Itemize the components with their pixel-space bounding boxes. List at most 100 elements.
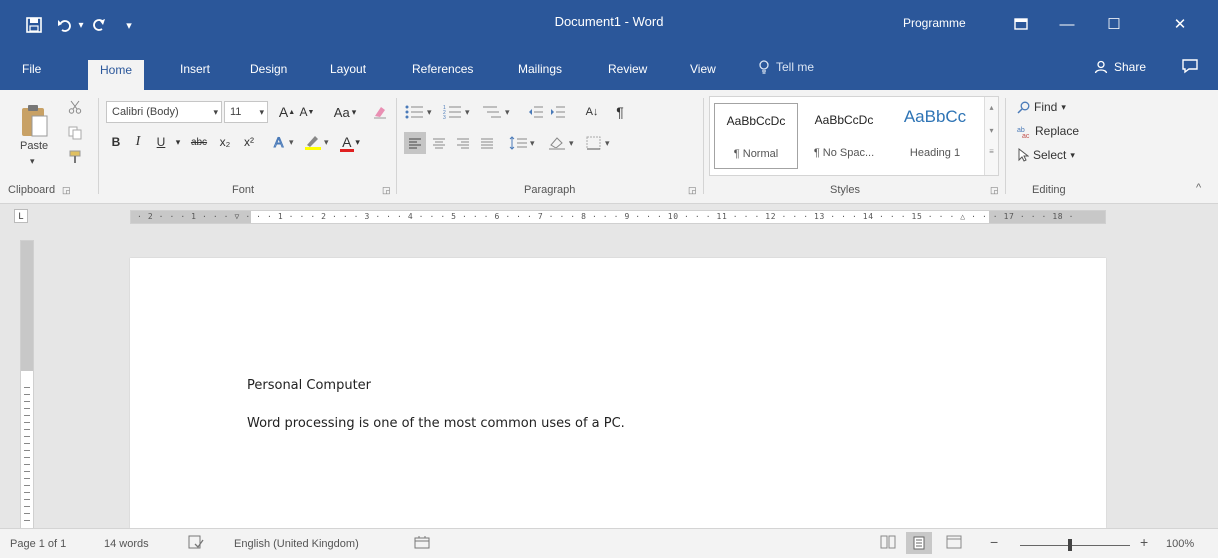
find-button[interactable]: Find ▾: [1017, 100, 1066, 114]
chevron-down-icon[interactable]: ▾: [985, 126, 998, 135]
account-name[interactable]: Programme: [903, 16, 966, 30]
show-hide-marks-button[interactable]: ¶: [610, 102, 630, 122]
multilevel-list-icon[interactable]: ▾: [480, 102, 516, 122]
clipboard-launcher-icon[interactable]: ◲: [62, 185, 71, 196]
tell-me-search[interactable]: Tell me: [758, 60, 814, 74]
clear-formatting-icon[interactable]: [370, 102, 390, 122]
underline-button[interactable]: U: [152, 132, 170, 152]
tab-mailings[interactable]: Mailings: [518, 60, 562, 90]
font-size-select[interactable]: 11 ▾: [224, 101, 268, 123]
font-color-button[interactable]: A ▾: [336, 132, 366, 152]
cut-icon[interactable]: [66, 98, 84, 116]
numbering-icon[interactable]: 1 2 3 ▾: [442, 102, 478, 122]
strikethrough-button[interactable]: abc: [186, 132, 212, 152]
zoom-slider[interactable]: [1020, 545, 1130, 546]
replace-button[interactable]: ab ac Replace: [1017, 124, 1079, 138]
comments-icon[interactable]: [1181, 58, 1199, 79]
change-case-button[interactable]: Aa ▾: [328, 102, 362, 122]
paragraph-group-label: Paragraph: [524, 184, 576, 196]
tab-view[interactable]: View: [690, 60, 716, 90]
italic-button[interactable]: I: [128, 132, 148, 152]
bold-button[interactable]: B: [106, 132, 126, 152]
paragraph-launcher-icon[interactable]: ◲: [688, 185, 697, 196]
justify-icon[interactable]: [476, 132, 498, 154]
svg-text:A: A: [274, 134, 284, 150]
sort-button[interactable]: A↓: [580, 102, 604, 122]
zoom-out-button[interactable]: −: [990, 534, 998, 550]
svg-text:ac: ac: [1022, 133, 1030, 138]
format-painter-icon[interactable]: [66, 148, 84, 166]
paste-icon[interactable]: [18, 104, 50, 138]
svg-text:▾: ▾: [505, 107, 510, 117]
chevron-up-icon[interactable]: ▴: [985, 103, 998, 112]
ribbon-display-options-icon[interactable]: [1001, 10, 1041, 38]
line-spacing-icon[interactable]: ▾: [508, 132, 540, 154]
font-launcher-icon[interactable]: ◲: [382, 185, 391, 196]
decrease-indent-icon[interactable]: [526, 102, 546, 122]
underline-dropdown-icon[interactable]: ▾: [172, 132, 184, 152]
tab-design[interactable]: Design: [250, 60, 287, 90]
zoom-slider-thumb[interactable]: [1068, 539, 1072, 551]
paste-label[interactable]: Paste: [20, 140, 48, 152]
style-name: ¶ Normal: [733, 148, 779, 160]
bullets-icon[interactable]: ▾: [404, 102, 440, 122]
more-styles-icon[interactable]: ≡: [985, 147, 998, 156]
horizontal-ruler[interactable]: · 2 · · · 1 · · · ▽ · · · 1 · · · 2 · · …: [130, 210, 1106, 224]
document-paragraph[interactable]: Word processing is one of the most commo…: [247, 416, 625, 431]
chevron-down-icon: ▾: [1061, 101, 1066, 112]
document-page[interactable]: Personal Computer Word processing is one…: [130, 258, 1106, 528]
highlight-icon[interactable]: ▾: [302, 132, 334, 152]
superscript-button[interactable]: x²: [238, 132, 260, 152]
align-center-icon[interactable]: [428, 132, 450, 154]
tab-selector[interactable]: L: [14, 209, 28, 223]
tab-file[interactable]: File: [22, 60, 41, 90]
text-effects-icon[interactable]: A ▾: [270, 132, 300, 152]
shading-icon[interactable]: ▾: [546, 132, 580, 154]
tab-references[interactable]: References: [412, 60, 473, 90]
web-layout-icon[interactable]: [946, 535, 962, 552]
select-button[interactable]: Select ▾: [1017, 148, 1075, 162]
style-heading-1[interactable]: AaBbCc Heading 1: [890, 103, 980, 169]
align-right-icon[interactable]: [452, 132, 474, 154]
tab-review[interactable]: Review: [608, 60, 647, 90]
tab-insert[interactable]: Insert: [180, 60, 210, 90]
copy-icon[interactable]: [66, 124, 84, 142]
find-label: Find: [1034, 100, 1058, 114]
proofing-icon[interactable]: [188, 535, 204, 552]
change-case-glyph: Aa: [333, 104, 350, 120]
maximize-button[interactable]: ☐: [1094, 10, 1134, 38]
macro-record-icon[interactable]: [414, 535, 430, 552]
tab-home[interactable]: Home: [88, 60, 145, 90]
svg-text:▾: ▾: [465, 107, 470, 117]
close-button[interactable]: ✕: [1160, 10, 1200, 38]
zoom-in-button[interactable]: +: [1140, 534, 1148, 550]
subscript-button[interactable]: x₂: [214, 132, 236, 152]
word-count[interactable]: 14 words: [104, 538, 149, 550]
zoom-level[interactable]: 100%: [1166, 538, 1194, 550]
language[interactable]: English (United Kingdom): [234, 538, 359, 550]
grow-font-icon[interactable]: A ▲: [278, 102, 296, 122]
document-heading[interactable]: Personal Computer: [247, 378, 371, 393]
print-layout-icon[interactable]: [906, 532, 932, 554]
minimize-button[interactable]: —: [1047, 10, 1087, 38]
borders-icon[interactable]: ▾: [584, 132, 618, 154]
tab-layout[interactable]: Layout: [330, 60, 366, 90]
font-name-select[interactable]: Calibri (Body) ▾: [106, 101, 222, 123]
read-mode-icon[interactable]: [880, 535, 896, 552]
collapse-ribbon-icon[interactable]: ^: [1196, 182, 1201, 194]
styles-launcher-icon[interactable]: ◲: [990, 185, 999, 196]
style-normal[interactable]: AaBbCcDc ¶ Normal: [714, 103, 798, 169]
increase-indent-icon[interactable]: [548, 102, 568, 122]
replace-label: Replace: [1035, 124, 1080, 138]
page-count[interactable]: Page 1 of 1: [10, 538, 66, 550]
vertical-ruler[interactable]: [20, 240, 34, 530]
ruler-ticks: [24, 381, 30, 521]
paste-dropdown-icon[interactable]: ▾: [30, 156, 35, 167]
shrink-font-icon[interactable]: A ▼: [298, 102, 316, 122]
style-no-spacing[interactable]: AaBbCcDc ¶ No Spac...: [802, 103, 886, 169]
align-left-icon[interactable]: [404, 132, 426, 154]
styles-scroll[interactable]: ▴ ▾ ≡: [984, 97, 998, 175]
select-label: Select: [1033, 148, 1067, 162]
svg-text:▾: ▾: [324, 137, 329, 147]
share-button[interactable]: Share: [1094, 60, 1146, 74]
